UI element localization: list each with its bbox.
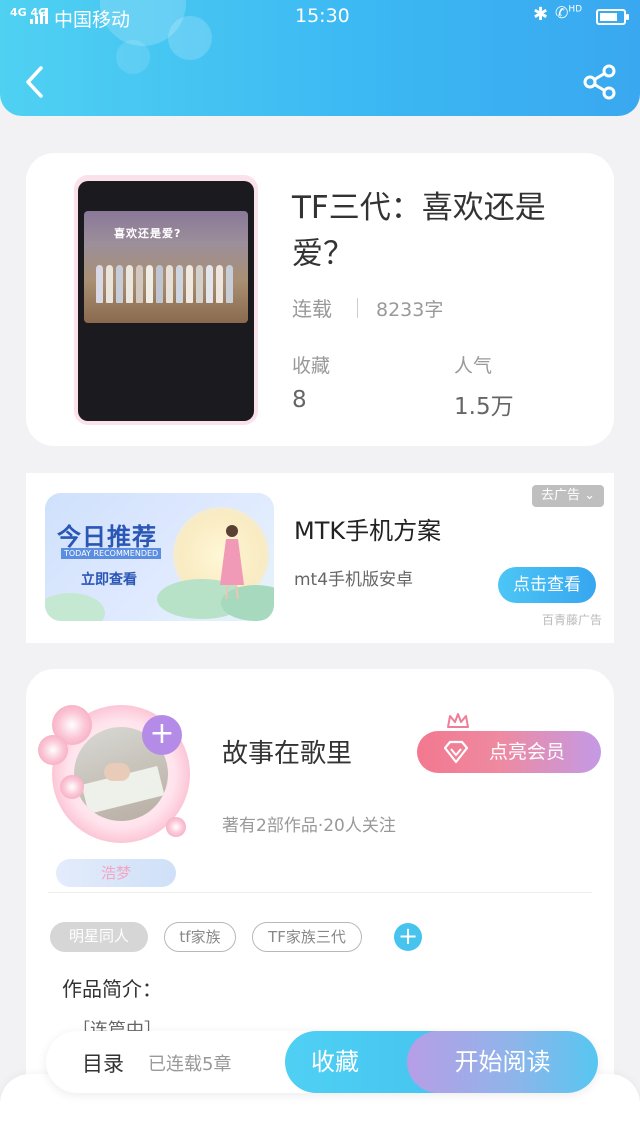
avatar-photo-detail xyxy=(104,763,130,781)
battery-icon xyxy=(596,9,629,25)
ad-source: 百青藤广告 xyxy=(542,613,603,627)
stat-label-popularity: 人气 xyxy=(454,355,493,377)
stat-value-collect: 8 xyxy=(292,387,307,413)
chapter-count: 已连载5章 xyxy=(148,1054,232,1075)
ad-banner-cta: 立即查看 xyxy=(81,572,137,588)
signal-icon xyxy=(30,8,50,24)
bottom-action-bar: 目录 已连载5章 收藏 开始阅读 xyxy=(46,1031,598,1093)
author-info: 著有2部作品·20人关注 xyxy=(222,816,396,836)
remove-ad-button[interactable]: 去广告 ⌄ xyxy=(532,485,604,507)
carrier-name: 中国移动 xyxy=(54,9,131,31)
wifi-calling-icon: ✆HD xyxy=(555,3,583,22)
ad-banner-title: 今日推荐 xyxy=(57,523,157,551)
share-icon xyxy=(583,64,616,100)
clock: 15:30 xyxy=(295,5,350,27)
decor-hill xyxy=(45,593,105,621)
share-button[interactable] xyxy=(580,62,620,102)
flower-decoration xyxy=(166,817,186,837)
word-count: 8233字 xyxy=(376,299,444,321)
cover-caption: 喜欢还是爱? xyxy=(114,227,182,240)
flower-decoration xyxy=(38,735,68,765)
decor-bubble xyxy=(116,40,150,74)
book-title: TF三代：喜欢还是爱？ xyxy=(292,190,546,272)
tag-chip[interactable]: TF家族三代 xyxy=(252,922,362,952)
divider xyxy=(357,298,358,318)
stat-label-collect: 收藏 xyxy=(292,355,331,377)
ad-image[interactable]: 今日推荐 TODAY RECOMMENDED 立即查看 xyxy=(45,493,274,621)
ad-description: mt4手机版安卓 xyxy=(294,570,414,590)
stat-value-popularity: 1.5万 xyxy=(454,394,514,420)
ad-banner-block[interactable]: 今日推荐 TODAY RECOMMENDED 立即查看 去广告 ⌄ MTK手机方… xyxy=(26,473,614,643)
remove-ad-label: 去广告 xyxy=(540,488,580,503)
cover-image: 喜欢还是爱? xyxy=(78,181,254,421)
tag-chip[interactable]: tf家族 xyxy=(164,922,236,952)
diamond-icon xyxy=(443,740,469,764)
chevron-down-icon: ⌄ xyxy=(584,488,596,503)
status-bar: 4G 4G 中国移动 15:30 ✱ ✆HD xyxy=(0,0,640,34)
author-badge: 浩梦 xyxy=(56,859,176,887)
book-status: 连载 xyxy=(292,297,332,321)
book-info-card: 喜欢还是爱? TF三代：喜欢还是爱？ 连载 8233字 收藏 8 人气 1.5万 xyxy=(26,153,614,446)
back-button[interactable] xyxy=(22,62,52,102)
intro-label: 作品简介： xyxy=(62,977,162,1001)
add-tag-button[interactable]: + xyxy=(394,923,422,951)
tag-chip[interactable]: 明星同人 xyxy=(50,922,148,952)
book-cover[interactable]: 喜欢还是爱? xyxy=(74,175,258,425)
ad-banner-subtitle: TODAY RECOMMENDED xyxy=(61,548,162,559)
ad-view-button[interactable]: 点击查看 xyxy=(498,567,596,603)
top-header: 4G 4G 中国移动 15:30 ✱ ✆HD xyxy=(0,0,640,116)
flower-decoration xyxy=(60,775,84,799)
author-name[interactable]: 故事在歌里 xyxy=(222,733,352,770)
follow-author-button[interactable]: + xyxy=(142,715,182,755)
cover-photo: 喜欢还是爱? xyxy=(84,211,248,323)
toc-button[interactable]: 目录 xyxy=(82,1048,124,1078)
start-reading-button[interactable]: 开始阅读 xyxy=(407,1031,598,1093)
crown-icon xyxy=(447,713,469,728)
vip-button[interactable]: 点亮会员 xyxy=(417,731,601,773)
bluetooth-icon: ✱ xyxy=(533,4,549,25)
divider xyxy=(48,892,592,893)
girl-illustration xyxy=(220,525,244,600)
vip-button-label: 点亮会员 xyxy=(489,741,566,763)
ad-title[interactable]: MTK手机方案 xyxy=(294,511,441,546)
chevron-left-icon xyxy=(26,66,43,98)
